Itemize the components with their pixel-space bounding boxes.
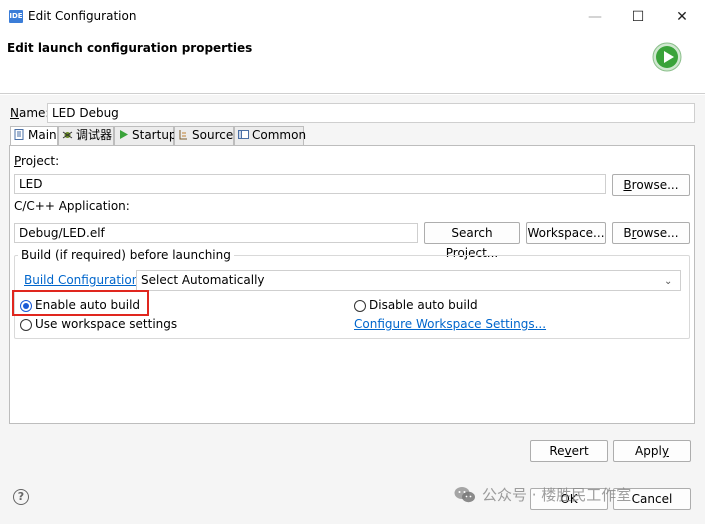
use-workspace-settings-radio[interactable] xyxy=(20,319,32,331)
source-tab-icon xyxy=(179,130,187,140)
build-configuration-value: Select Automatically xyxy=(141,273,265,287)
watermark-text: 公众号 · 楼胜民工作室 xyxy=(482,486,632,504)
application-field[interactable]: Debug/LED.elf xyxy=(14,223,418,243)
build-configuration-link[interactable]: Build Configuration: xyxy=(24,273,143,287)
run-icon xyxy=(652,42,682,72)
name-field[interactable]: LED Debug xyxy=(47,103,695,123)
close-button[interactable]: ✕ xyxy=(660,4,704,30)
tab-debugger[interactable]: 调试器 xyxy=(58,126,114,145)
window-title: Edit Configuration xyxy=(28,9,137,23)
name-label: Name: xyxy=(10,106,50,120)
build-configuration-select[interactable]: Select Automatically ⌄ xyxy=(136,270,681,291)
maximize-button[interactable]: ☐ xyxy=(616,4,660,30)
disable-auto-build-radio[interactable] xyxy=(354,300,366,312)
project-field[interactable]: LED xyxy=(14,174,606,194)
main-tab-icon xyxy=(14,129,24,140)
build-group-label: Build (if required) before launching xyxy=(18,248,234,262)
app-icon: IDE xyxy=(9,10,23,23)
debugger-tab-icon xyxy=(62,131,73,139)
help-icon[interactable]: ? xyxy=(13,489,29,505)
chevron-down-icon: ⌄ xyxy=(664,276,673,287)
application-label: C/C++ Application: xyxy=(14,199,130,213)
configure-workspace-settings-link[interactable]: Configure Workspace Settings... xyxy=(354,317,546,331)
enable-auto-build-radio[interactable] xyxy=(20,300,32,312)
watermark: 公众号 · 楼胜民工作室 xyxy=(454,484,631,505)
application-browse-button[interactable]: Browse... xyxy=(612,222,690,244)
minimize-button[interactable]: — xyxy=(573,4,617,30)
tab-source[interactable]: Source xyxy=(174,126,234,145)
tab-debugger-label: 调试器 xyxy=(76,128,113,142)
workspace-button[interactable]: Workspace... xyxy=(526,222,606,244)
search-project-button[interactable]: Search Project... xyxy=(424,222,520,260)
wechat-icon xyxy=(454,487,475,503)
tab-common[interactable]: Common xyxy=(234,126,307,145)
apply-button[interactable]: Apply xyxy=(613,440,691,462)
tab-common-label: Common xyxy=(252,128,307,142)
tab-startup-label: Startup xyxy=(132,128,177,142)
revert-button[interactable]: Revert xyxy=(530,440,608,462)
project-label: Project: xyxy=(14,154,60,168)
enable-auto-build-label[interactable]: Enable auto build xyxy=(35,298,140,312)
tab-main[interactable]: Main xyxy=(10,126,58,146)
disable-auto-build-label[interactable]: Disable auto build xyxy=(369,298,478,312)
tab-main-label: Main xyxy=(28,128,57,142)
startup-tab-icon xyxy=(120,130,128,139)
use-workspace-settings-label[interactable]: Use workspace settings xyxy=(35,317,177,331)
tab-source-label: Source xyxy=(192,128,234,142)
tab-startup[interactable]: Startup xyxy=(114,126,177,145)
project-browse-button[interactable]: Browse... xyxy=(612,174,690,196)
common-tab-icon xyxy=(238,130,249,139)
page-title: Edit launch configuration properties xyxy=(7,41,253,55)
